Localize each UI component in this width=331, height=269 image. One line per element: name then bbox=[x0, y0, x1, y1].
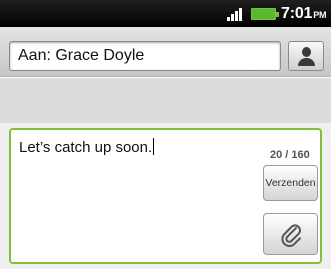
message-text: Let’s catch up soon. bbox=[19, 139, 153, 156]
signal-icon bbox=[227, 8, 245, 21]
compose-message-box[interactable]: Let’s catch up soon. 20 / 160 Verzenden bbox=[9, 128, 322, 264]
character-counter: 20 / 160 bbox=[270, 149, 310, 161]
status-bar: 7:01PM bbox=[0, 0, 331, 27]
send-button[interactable]: Verzenden bbox=[263, 165, 318, 201]
message-thread bbox=[0, 78, 331, 123]
attach-button[interactable] bbox=[263, 213, 318, 255]
compose-panel: Let’s catch up soon. 20 / 160 Verzenden bbox=[0, 123, 331, 269]
battery-icon bbox=[251, 8, 279, 20]
clock-ampm: PM bbox=[313, 10, 327, 20]
message-input[interactable]: Let’s catch up soon. bbox=[19, 138, 155, 156]
person-icon bbox=[298, 47, 315, 66]
status-clock: 7:01PM bbox=[281, 5, 327, 23]
add-contact-button[interactable] bbox=[288, 41, 324, 71]
recipient-header: Aan: Grace Doyle bbox=[0, 27, 331, 77]
recipient-field[interactable]: Aan: Grace Doyle bbox=[9, 41, 281, 71]
text-caret bbox=[153, 138, 155, 155]
paperclip-icon bbox=[281, 224, 301, 247]
clock-time: 7:01 bbox=[281, 5, 313, 22]
